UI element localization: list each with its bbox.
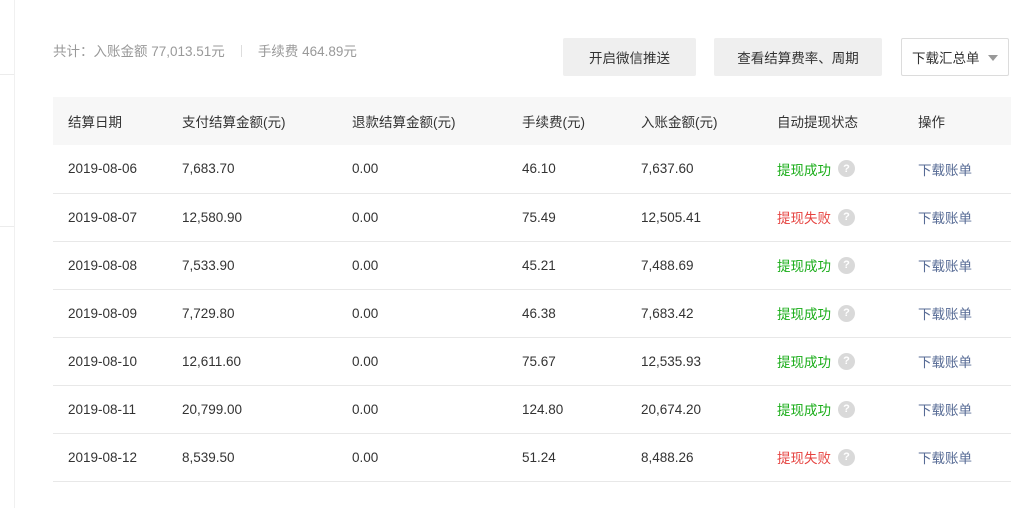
refund-amount-cell: 0.00 xyxy=(352,209,379,225)
refund-amount-cell: 0.00 xyxy=(352,257,379,273)
download-bill-link[interactable]: 下载账单 xyxy=(918,355,972,370)
income-amount-cell: 8,488.26 xyxy=(641,449,694,465)
payment-amount-cell: 12,611.60 xyxy=(182,353,242,369)
refund-amount-cell: 0.00 xyxy=(352,449,379,465)
fee-cell: 46.10 xyxy=(522,161,556,177)
payment-amount-cell: 7,683.70 xyxy=(182,161,235,177)
wechat-push-button[interactable]: 开启微信推送 xyxy=(563,38,696,76)
income-amount-cell: 7,637.60 xyxy=(641,161,694,177)
status-badge: 提现成功 xyxy=(777,259,831,274)
help-icon[interactable]: ? xyxy=(838,448,855,466)
settlement-date-cell: 2019-08-11 xyxy=(68,401,137,417)
sidebar-divider xyxy=(0,74,14,75)
help-icon[interactable]: ? xyxy=(838,304,855,322)
settlement-date-cell: 2019-08-08 xyxy=(68,257,138,273)
withdraw-status-cell: 提现失败? xyxy=(777,433,918,481)
settlement-date-cell: 2019-08-10 xyxy=(68,353,138,369)
action-cell: 下载账单 xyxy=(918,433,1011,481)
download-bill-link[interactable]: 下载账单 xyxy=(918,259,972,274)
withdraw-status-cell: 提现成功? xyxy=(777,385,918,433)
status-badge: 提现成功 xyxy=(777,403,831,418)
withdraw-status-cell: 提现成功? xyxy=(777,337,918,385)
download-bill-link[interactable]: 下载账单 xyxy=(918,451,972,466)
table-row: 2019-08-11 20,799.00 0.00 124.80 20,674.20 提现… xyxy=(53,385,1011,433)
table-row: 2019-08-06 7,683.70 0.00 46.10 7,637.60 提现成功?… xyxy=(53,145,1011,193)
help-icon[interactable]: ? xyxy=(838,352,855,370)
status-badge: 提现成功 xyxy=(777,162,831,178)
fee-cell: 46.38 xyxy=(522,305,556,321)
income-amount-cell: 20,674.20 xyxy=(641,401,702,417)
withdraw-status-cell: 提现成功? xyxy=(777,241,918,289)
settlement-summary: 共计：入账金额 77,013.51元 手续费 464.89元 xyxy=(53,40,357,60)
column-header: 手续费(元) xyxy=(522,115,585,130)
status-badge: 提现成功 xyxy=(777,355,831,370)
column-header: 操作 xyxy=(918,115,945,130)
table-row: 2019-08-09 7,729.80 0.00 46.38 7,683.42 提现成功?… xyxy=(53,289,1011,337)
table-row: 2019-08-10 12,611.60 0.00 75.67 12,535.93 提现成… xyxy=(53,337,1011,385)
help-icon[interactable]: ? xyxy=(838,256,855,274)
help-icon[interactable]: ? xyxy=(838,400,855,418)
action-cell: 下载账单 xyxy=(918,385,1011,433)
settlement-date-cell: 2019-08-06 xyxy=(68,161,138,177)
action-cell: 下载账单 xyxy=(918,241,1011,289)
sidebar-divider xyxy=(0,226,14,227)
column-header: 结算日期 xyxy=(68,115,122,130)
download-bill-link[interactable]: 下载账单 xyxy=(918,211,972,226)
income-amount-cell: 12,535.93 xyxy=(641,353,702,369)
column-header: 入账金额(元) xyxy=(641,115,718,130)
summary-divider xyxy=(240,45,242,57)
settlement-date-cell: 2019-08-12 xyxy=(68,449,138,465)
fee-cell: 124.80 xyxy=(522,401,564,417)
status-badge: 提现失败 xyxy=(777,211,831,226)
fee-cell: 75.67 xyxy=(522,353,556,369)
fee-cell: 75.49 xyxy=(522,209,556,225)
settlement-table: 结算日期 支付结算金额(元) 退款结算金额(元) 手续费(元) 入账金额(元) … xyxy=(53,97,1011,482)
withdraw-status-cell: 提现成功? xyxy=(777,289,918,337)
table-row: 2019-08-08 7,533.90 0.00 45.21 7,488.69 提现成功?… xyxy=(53,241,1011,289)
refund-amount-cell: 0.00 xyxy=(352,353,379,369)
download-summary-select[interactable]: 下载汇总单 xyxy=(901,38,1009,76)
column-header: 退款结算金额(元) xyxy=(352,115,456,130)
income-amount-cell: 7,683.42 xyxy=(641,305,694,321)
help-icon[interactable]: ? xyxy=(838,160,855,178)
view-rate-cycle-button[interactable]: 查看结算费率、周期 xyxy=(714,38,882,76)
action-cell: 下载账单 xyxy=(918,337,1011,385)
download-bill-link[interactable]: 下载账单 xyxy=(918,403,972,418)
payment-amount-cell: 8,539.50 xyxy=(182,449,235,465)
payment-amount-cell: 20,799.00 xyxy=(182,401,243,417)
settlement-date-cell: 2019-08-09 xyxy=(68,305,138,321)
fee-cell: 51.24 xyxy=(522,449,556,465)
withdraw-status-cell: 提现成功? xyxy=(777,145,918,193)
payment-amount-cell: 7,533.90 xyxy=(182,257,235,273)
fee-cell: 45.21 xyxy=(522,257,556,273)
settlement-date-cell: 2019-08-07 xyxy=(68,209,138,225)
action-cell: 下载账单 xyxy=(918,193,1011,241)
column-header: 自动提现状态 xyxy=(777,115,858,130)
refund-amount-cell: 0.00 xyxy=(352,161,379,177)
left-sidebar-edge xyxy=(0,0,15,508)
table-header-row: 结算日期 支付结算金额(元) 退款结算金额(元) 手续费(元) 入账金额(元) … xyxy=(53,97,1011,145)
status-badge: 提现成功 xyxy=(777,307,831,322)
income-amount-cell: 12,505.41 xyxy=(641,209,702,225)
payment-amount-cell: 7,729.80 xyxy=(182,305,235,321)
action-cell: 下载账单 xyxy=(918,145,1011,193)
column-header: 支付结算金额(元) xyxy=(182,115,286,130)
summary-fee: 手续费 464.89元 xyxy=(257,44,357,59)
income-amount-cell: 7,488.69 xyxy=(641,257,694,273)
help-icon[interactable]: ? xyxy=(838,208,855,226)
download-summary-select-value: 下载汇总单 xyxy=(912,51,980,66)
table-row: 2019-08-07 12,580.90 0.00 75.49 12,505.41 提现失… xyxy=(53,193,1011,241)
withdraw-status-cell: 提现失败? xyxy=(777,193,918,241)
payment-amount-cell: 12,580.90 xyxy=(182,209,243,225)
download-bill-link[interactable]: 下载账单 xyxy=(918,163,972,178)
refund-amount-cell: 0.00 xyxy=(352,401,379,417)
download-bill-link[interactable]: 下载账单 xyxy=(918,307,972,322)
refund-amount-cell: 0.00 xyxy=(352,305,379,321)
status-badge: 提现失败 xyxy=(777,451,831,466)
chevron-down-icon xyxy=(988,55,998,61)
action-cell: 下载账单 xyxy=(918,289,1011,337)
summary-income: 共计：入账金额 77,013.51元 xyxy=(53,44,225,59)
table-row: 2019-08-12 8,539.50 0.00 51.24 8,488.26 提现失败?… xyxy=(53,433,1011,481)
